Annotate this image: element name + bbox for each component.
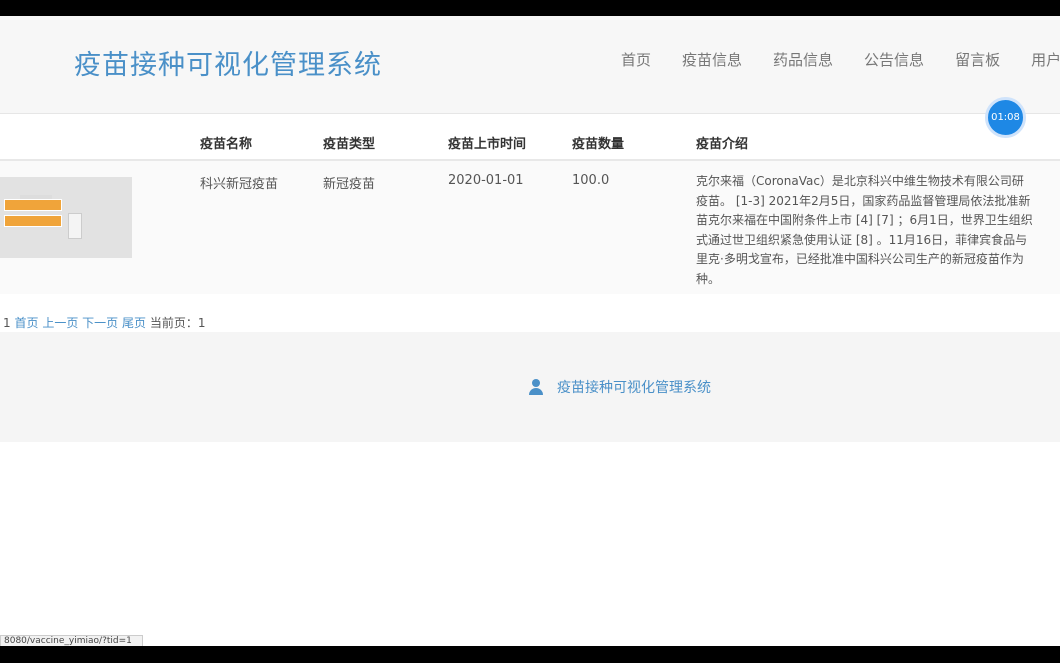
pager-count: 1	[3, 316, 11, 330]
vaccine-thumbnail-image[interactable]	[0, 177, 132, 258]
description-line: 种。	[696, 271, 721, 286]
col-header-quantity: 疫苗数量	[572, 137, 625, 152]
nav-home[interactable]: 首页	[621, 49, 651, 70]
nav-message-board[interactable]: 留言板	[955, 49, 1000, 70]
cell-release-date: 2020-01-01	[448, 173, 524, 188]
description-line: 里克·多明戈宣布，已经批准中国科兴公司生产的新冠疫苗作为	[696, 252, 1024, 266]
site-header: 疫苗接种可视化管理系统 首页 疫苗信息 药品信息 公告信息 留言板 用户	[0, 16, 1060, 114]
box-detail	[68, 213, 82, 239]
col-header-date: 疫苗上市时间	[448, 137, 527, 152]
pager-prev-link[interactable]: 上一页	[42, 316, 78, 330]
cell-vaccine-type: 新冠疫苗	[323, 177, 376, 192]
icon-part	[529, 388, 543, 395]
description-line: 克尔来福（CoronaVac）是北京科兴中维生物技术有限公司研	[696, 174, 1024, 188]
footer-brand-text: 疫苗接种可视化管理系统	[557, 380, 711, 396]
description-line: 苗克尔来福在中国附条件上市 [4] [7] ；6月1日，世界卫生组织	[696, 213, 1033, 227]
cell-vaccine-name[interactable]: 科兴新冠疫苗	[200, 173, 278, 192]
nav-drug-info[interactable]: 药品信息	[773, 49, 833, 70]
col-header-name: 疫苗名称	[200, 137, 253, 152]
pager-first-link[interactable]: 首页	[14, 316, 38, 330]
browser-viewport: 疫苗接种可视化管理系统 首页 疫苗信息 药品信息 公告信息 留言板 用户 01:…	[0, 16, 1060, 646]
status-bar-url: 8080/vaccine_yimiao/?tid=1	[0, 635, 143, 646]
nav-user[interactable]: 用户	[1031, 49, 1060, 70]
pagination: 1 首页 上一页 下一页 尾页 当前页：1	[3, 314, 205, 331]
pager-next-link[interactable]: 下一页	[82, 316, 118, 330]
pager-last-link[interactable]: 尾页	[122, 316, 146, 330]
nav-vaccine-info[interactable]: 疫苗信息	[682, 49, 742, 70]
cell-quantity: 100.0	[572, 173, 610, 188]
box-detail	[4, 199, 62, 211]
description-line: 疫苗。 [1-3] 2021年2月5日，国家药品监督管理局依法批准新	[696, 193, 1031, 208]
site-title[interactable]: 疫苗接种可视化管理系统	[74, 43, 382, 82]
col-header-description: 疫苗介绍	[696, 137, 749, 152]
main-nav: 首页 疫苗信息 药品信息 公告信息 留言板 用户	[621, 49, 1060, 70]
table-header: 疫苗名称 疫苗类型 疫苗上市时间 疫苗数量 疫苗介绍	[0, 126, 1060, 161]
footer-brand: 疫苗接种可视化管理系统	[528, 377, 711, 397]
user-icon	[528, 379, 544, 395]
table-row: 科兴新冠疫苗 新冠疫苗 2020-01-01 100.0 克尔来福（Corona…	[0, 161, 1060, 294]
description-line: 式通过世卫组织紧急使用认证 [8] 。11月16日，菲律宾食品与	[696, 232, 1028, 247]
nav-announcements[interactable]: 公告信息	[864, 49, 924, 70]
col-header-type: 疫苗类型	[323, 137, 376, 152]
pager-current-page: 当前页：1	[149, 316, 206, 330]
icon-part	[532, 379, 540, 387]
box-detail	[4, 215, 62, 227]
cell-description: 克尔来福（CoronaVac）是北京科兴中维生物技术有限公司研 疫苗。 [1-3…	[696, 172, 1060, 286]
site-footer: 疫苗接种可视化管理系统	[0, 332, 1060, 442]
